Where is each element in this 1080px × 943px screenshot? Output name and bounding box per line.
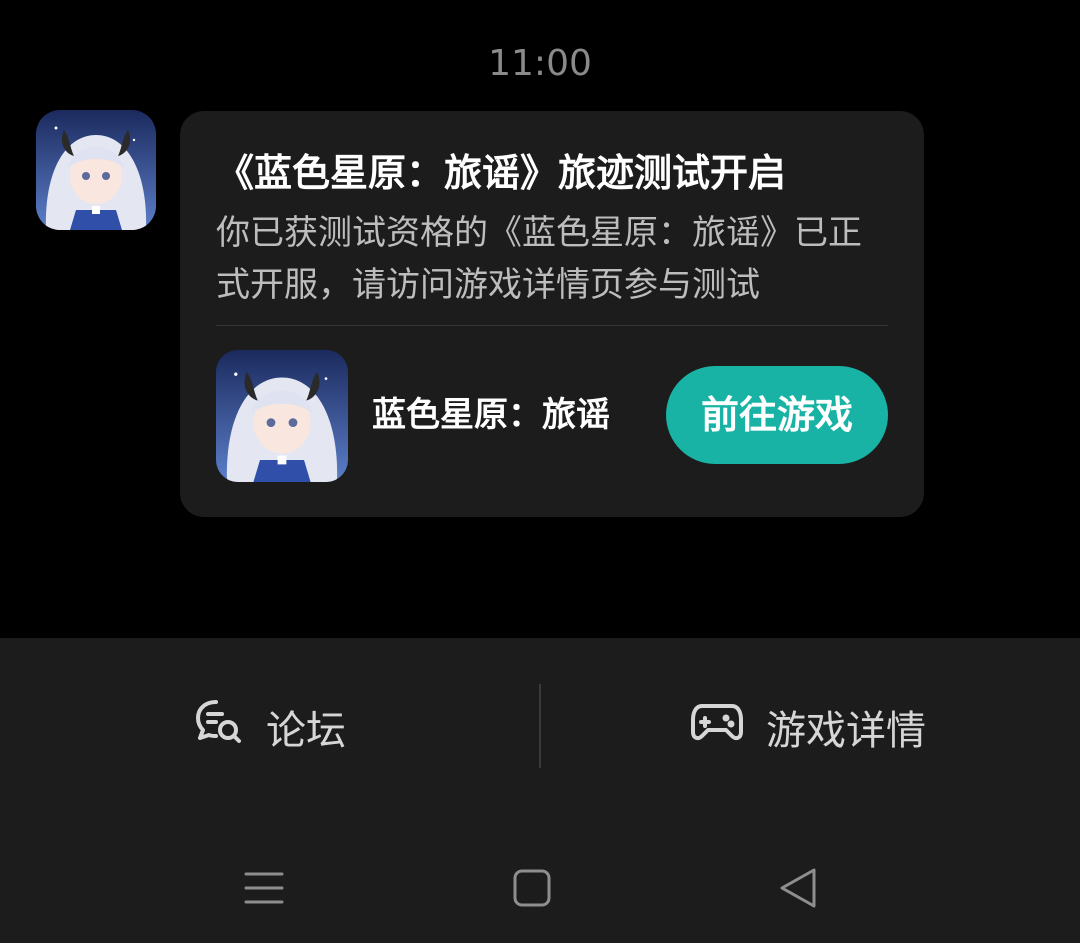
sender-avatar[interactable] (36, 110, 156, 230)
card-divider (216, 325, 888, 326)
forum-chat-icon (192, 696, 244, 758)
home-icon[interactable] (502, 858, 562, 918)
forum-label: 论坛 (266, 708, 346, 754)
game-details-label: 游戏详情 (766, 708, 926, 754)
game-icon[interactable] (216, 350, 348, 482)
forum-button[interactable]: 论坛 (192, 684, 346, 770)
go-to-game-button[interactable]: 前往游戏 (666, 366, 888, 464)
message-timestamp: 11:00 (488, 43, 592, 84)
card-title: 《蓝色星原：旅谣》旅迹测试开启 (216, 151, 787, 195)
bar-divider (539, 684, 541, 768)
gamepad-icon (690, 700, 744, 754)
chat-screen: 11:00 《蓝色星原：旅谣》旅迹测试开启 你已获测试资格的《蓝色星原：旅谣》已… (0, 0, 1080, 943)
back-icon[interactable] (768, 858, 828, 918)
menu-icon[interactable] (234, 858, 294, 918)
card-body: 你已获测试资格的《蓝色星原：旅谣》已正式开服，请访问游戏详情页参与测试 (216, 213, 862, 305)
bottom-action-bar: 论坛 游戏详情 (0, 638, 1080, 943)
game-details-button[interactable]: 游戏详情 (690, 684, 926, 770)
game-name: 蓝色星原：旅谣 (372, 395, 610, 435)
test-notification-card: 《蓝色星原：旅谣》旅迹测试开启 你已获测试资格的《蓝色星原：旅谣》已正式开服，请… (180, 111, 924, 517)
